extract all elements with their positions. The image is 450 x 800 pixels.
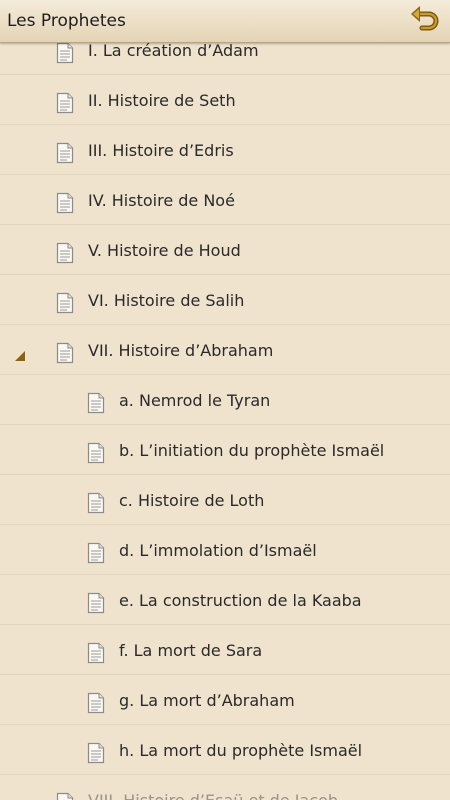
document-icon [87, 592, 105, 614]
back-arrow-icon [411, 6, 439, 31]
chapter-label: a. Nemrod le Tyran [119, 391, 271, 410]
sub-chapter-item[interactable]: d. L’immolation d’Ismaël [0, 525, 450, 575]
document-icon [87, 642, 105, 664]
document-icon [56, 342, 74, 364]
document-icon [87, 692, 105, 714]
chapter-label: f. La mort de Sara [119, 641, 263, 660]
document-icon [56, 292, 74, 314]
document-icon [56, 192, 74, 214]
document-icon [87, 742, 105, 764]
chapter-label: II. Histoire de Seth [88, 91, 236, 110]
back-button[interactable] [408, 5, 442, 37]
chapter-label: IV. Histoire de Noé [88, 191, 235, 210]
chapter-label: V. Histoire de Houd [88, 241, 241, 260]
document-icon [56, 42, 74, 64]
chapter-item[interactable]: IV. Histoire de Noé [0, 175, 450, 225]
document-icon [87, 492, 105, 514]
chapter-list: I. La création d’Adam II. Histoire de Set… [0, 25, 450, 800]
chapter-label: e. La construction de la Kaaba [119, 591, 362, 610]
chapter-label: VIII. Histoire d’Esaü et de Jacob [88, 791, 338, 800]
chapter-item[interactable]: VII. Histoire d’Abraham [0, 325, 450, 375]
expanded-triangle-icon[interactable] [14, 347, 26, 361]
chapter-label: VII. Histoire d’Abraham [88, 341, 274, 360]
sub-chapter-item[interactable]: g. La mort d’Abraham [0, 675, 450, 725]
chapter-label: g. La mort d’Abraham [119, 691, 295, 710]
action-bar: Les Prophetes [0, 0, 450, 43]
document-icon [56, 792, 74, 800]
app-window: Les Prophetes I. La création d’Adam II. H… [0, 0, 450, 800]
document-icon [56, 142, 74, 164]
document-icon [87, 542, 105, 564]
chapter-label: d. L’immolation d’Ismaël [119, 541, 317, 560]
chapter-label: c. Histoire de Loth [119, 491, 265, 510]
chapter-item[interactable]: VI. Histoire de Salih [0, 275, 450, 325]
app-title: Les Prophetes [7, 11, 126, 31]
chapter-item[interactable]: V. Histoire de Houd [0, 225, 450, 275]
document-icon [56, 92, 74, 114]
chapter-label: III. Histoire d’Edris [88, 141, 234, 160]
sub-chapter-item[interactable]: b. L’initiation du prophète Ismaël [0, 425, 450, 475]
sub-chapter-item[interactable]: e. La construction de la Kaaba [0, 575, 450, 625]
sub-chapter-item[interactable]: c. Histoire de Loth [0, 475, 450, 525]
document-icon [56, 242, 74, 264]
chapter-item[interactable]: II. Histoire de Seth [0, 75, 450, 125]
sub-chapter-item[interactable]: a. Nemrod le Tyran [0, 375, 450, 425]
chapter-label: h. La mort du prophète Ismaël [119, 741, 363, 760]
sub-chapter-item[interactable]: f. La mort de Sara [0, 625, 450, 675]
sub-chapter-item[interactable]: h. La mort du prophète Ismaël [0, 725, 450, 775]
chapter-label: VI. Histoire de Salih [88, 291, 245, 310]
chapter-label: I. La création d’Adam [88, 41, 259, 60]
document-icon [87, 442, 105, 464]
chapter-label: b. L’initiation du prophète Ismaël [119, 441, 385, 460]
chapter-item[interactable]: VIII. Histoire d’Esaü et de Jacob [0, 775, 450, 800]
document-icon [87, 392, 105, 414]
chapter-item[interactable]: III. Histoire d’Edris [0, 125, 450, 175]
